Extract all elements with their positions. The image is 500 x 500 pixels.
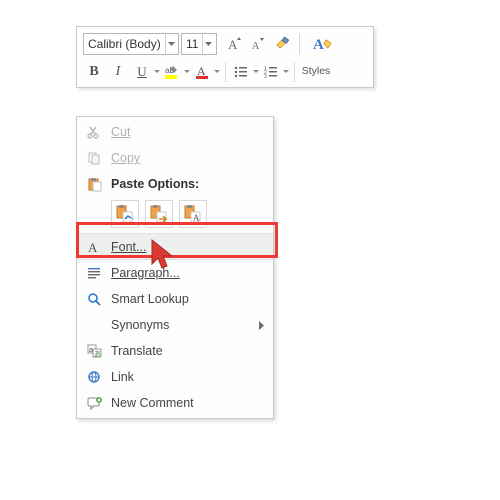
menu-item-label: Font... <box>105 240 265 254</box>
chevron-down-icon[interactable] <box>165 34 177 54</box>
svg-text:A: A <box>88 240 98 254</box>
chevron-down-icon[interactable] <box>213 70 221 74</box>
copy-icon <box>83 151 105 165</box>
svg-text:A: A <box>313 37 324 53</box>
separator <box>294 62 295 82</box>
menu-item-label: Translate <box>105 344 265 358</box>
styles-label-cell[interactable]: Styles <box>299 66 333 77</box>
mini-toolbar: Calibri (Body) 11 A A A <box>76 26 374 88</box>
separator <box>225 62 226 82</box>
menu-item-label: Synonyms <box>105 318 259 332</box>
paste-options-row: A <box>77 197 273 233</box>
grow-font-button[interactable]: A <box>223 33 245 55</box>
menu-item-label: Smart Lookup <box>105 292 265 306</box>
shrink-font-button[interactable]: A <box>247 33 269 55</box>
menu-item-label: New Comment <box>105 396 265 410</box>
font-color-button[interactable]: A <box>191 61 213 83</box>
numbering-button[interactable]: 1 2 3 <box>260 61 282 83</box>
menu-item-smart-lookup[interactable]: Smart Lookup <box>77 286 273 312</box>
menu-item-synonyms[interactable]: Synonyms <box>77 312 273 338</box>
menu-item-label: Paragraph... <box>105 266 265 280</box>
chevron-down-icon[interactable] <box>252 70 260 74</box>
toolbar-row-1: Calibri (Body) 11 A A A <box>83 31 367 57</box>
submenu-arrow-icon <box>259 321 265 330</box>
text-highlight-button[interactable]: ab <box>161 61 183 83</box>
menu-item-new-comment[interactable]: New Comment <box>77 390 273 416</box>
paste-text-only-button[interactable]: A <box>179 200 207 228</box>
cut-icon <box>83 125 105 139</box>
font-name-combo[interactable]: Calibri (Body) <box>83 33 179 55</box>
svg-text:A: A <box>193 213 200 223</box>
styles-button[interactable]: A <box>304 34 338 54</box>
chevron-down-icon[interactable] <box>282 70 290 74</box>
new-comment-icon <box>83 396 105 410</box>
menu-item-label: Cut <box>105 125 265 139</box>
styles-label: Styles <box>302 65 331 77</box>
italic-button[interactable]: I <box>107 61 129 83</box>
bullets-button[interactable] <box>230 61 252 83</box>
svg-text:あ: あ <box>94 350 101 358</box>
svg-text:A: A <box>252 41 260 52</box>
svg-text:A: A <box>197 64 206 78</box>
menu-item-font[interactable]: A Font... <box>77 233 273 260</box>
paragraph-icon <box>83 266 105 280</box>
menu-item-link[interactable]: Link <box>77 364 273 390</box>
menu-item-copy[interactable]: Copy <box>77 145 273 171</box>
paste-icon <box>83 177 105 192</box>
paste-merge-formatting-button[interactable] <box>145 200 173 228</box>
menu-item-label: Link <box>105 370 265 384</box>
menu-item-cut[interactable]: Cut <box>77 119 273 145</box>
bold-button[interactable]: B <box>83 61 105 83</box>
menu-paste-options-header: Paste Options: <box>77 171 273 197</box>
underline-button[interactable]: U <box>131 61 153 83</box>
link-icon <box>83 370 105 384</box>
chevron-down-icon[interactable] <box>153 70 161 74</box>
svg-text:A: A <box>228 37 238 52</box>
translate-icon: aあ <box>83 344 105 358</box>
toolbar-row-2: B I U ab A 1 2 3 Styles <box>83 59 367 85</box>
chevron-down-icon[interactable] <box>183 70 191 74</box>
format-painter-button[interactable] <box>271 33 293 55</box>
paste-keep-source-button[interactable] <box>111 200 139 228</box>
separator <box>299 34 300 54</box>
menu-item-translate[interactable]: aあ Translate <box>77 338 273 364</box>
menu-item-label: Paste Options: <box>105 177 265 191</box>
font-size-value: 11 <box>182 37 202 51</box>
styles-icon: A <box>304 34 338 54</box>
menu-item-label: Copy <box>105 151 265 165</box>
context-menu: Cut Copy Paste Options: A A Font... <box>76 116 274 419</box>
font-size-combo[interactable]: 11 <box>181 33 217 55</box>
chevron-down-icon[interactable] <box>202 34 214 54</box>
svg-text:3: 3 <box>264 74 267 79</box>
smart-lookup-icon <box>83 292 105 306</box>
menu-item-paragraph[interactable]: Paragraph... <box>77 260 273 286</box>
svg-text:a: a <box>89 347 93 354</box>
font-name-value: Calibri (Body) <box>84 37 165 51</box>
font-icon: A <box>83 240 105 254</box>
